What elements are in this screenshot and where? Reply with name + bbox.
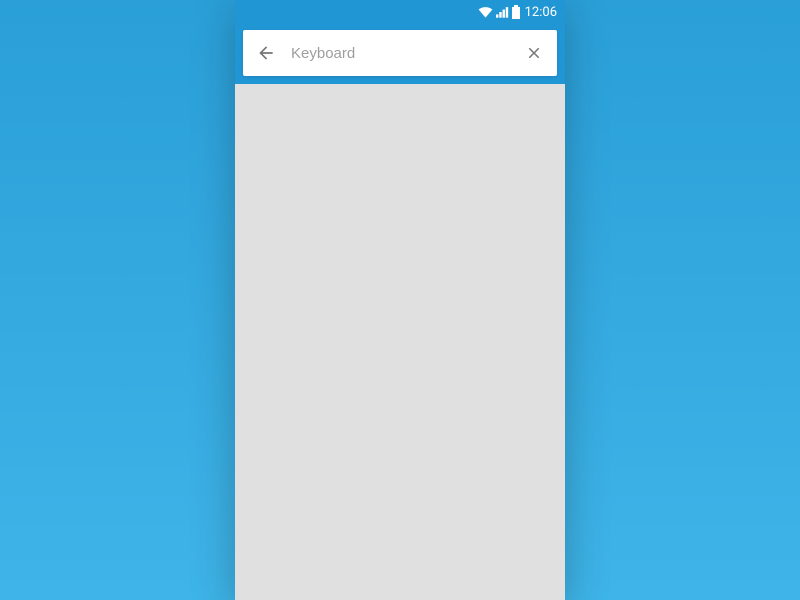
search-bar [243,30,557,76]
battery-icon [512,5,520,19]
status-time: 12:06 [525,5,557,20]
phone-frame: 12:06 [235,0,565,600]
status-bar: 12:06 [235,0,565,24]
content-area [235,84,565,600]
back-arrow-icon[interactable] [255,42,277,64]
search-input[interactable] [277,45,523,62]
search-bar-container [235,24,565,84]
signal-icon [496,6,509,18]
close-icon[interactable] [523,42,545,64]
wifi-icon [478,6,493,18]
